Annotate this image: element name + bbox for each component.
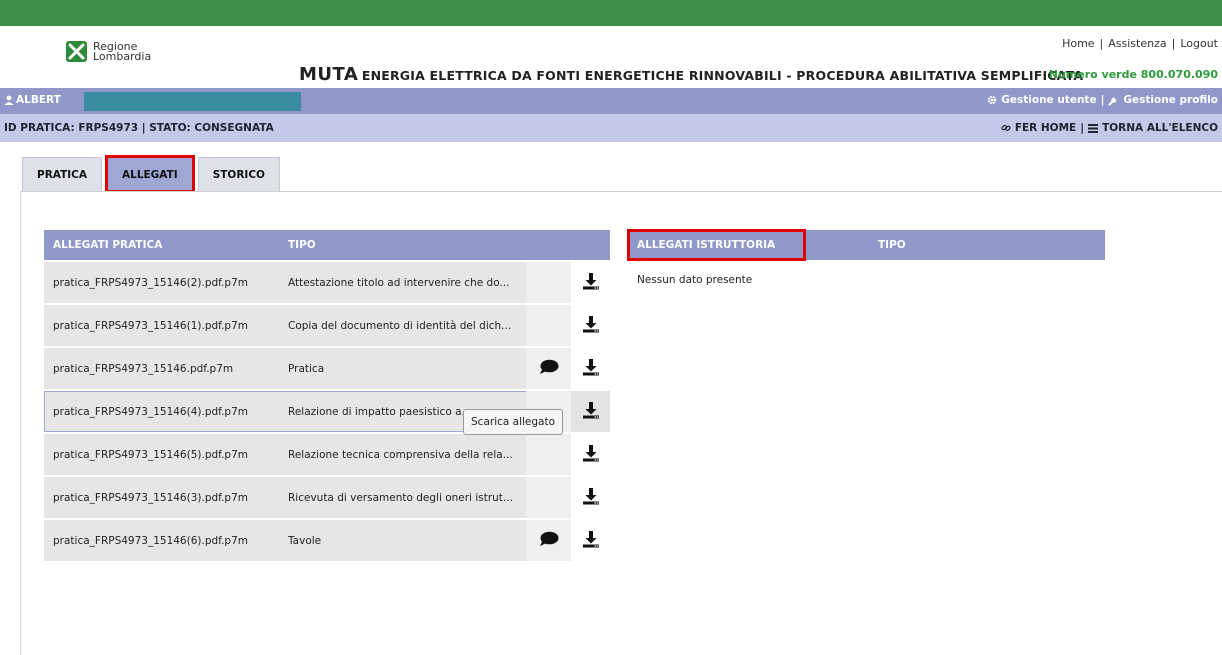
allegati-istruttoria-table: ALLEGATI ISTRUTTORIA TIPO: [627, 228, 1105, 262]
comment-icon[interactable]: [539, 359, 559, 378]
download-cell: [571, 477, 610, 518]
separator: |: [141, 122, 146, 134]
table-header-row: ALLEGATI PRATICA TIPO: [44, 230, 610, 260]
notes-cell: [526, 477, 571, 518]
top-links: Home | Assistenza | Logout: [1062, 37, 1218, 50]
tooltip: Scarica allegato: [463, 409, 564, 435]
torna-elenco-link[interactable]: TORNA ALL'ELENCO: [1102, 122, 1218, 134]
attachment-type: Pratica: [279, 348, 526, 389]
attachment-filename[interactable]: pratica_FRPS4973_15146(2).pdf.p7m: [44, 262, 279, 303]
download-icon[interactable]: [582, 401, 600, 422]
top-green-bar: [0, 0, 1222, 26]
allegati-pratica-table: ALLEGATI PRATICA TIPO pratica_FRPS4973_1…: [44, 228, 610, 563]
tab-pratica[interactable]: PRATICA: [22, 157, 102, 191]
download-cell: [571, 434, 610, 475]
wrench-icon: [1108, 96, 1117, 106]
attachment-filename[interactable]: pratica_FRPS4973_15146(3).pdf.p7m: [44, 477, 279, 518]
gestione-utente-link[interactable]: Gestione utente: [1001, 94, 1096, 106]
attachment-type: Attestazione titolo ad intervenire che d…: [279, 262, 526, 303]
home-link[interactable]: Home: [1062, 37, 1094, 50]
col-header-actions: [526, 230, 610, 260]
attachment-type: Tavole: [279, 520, 526, 561]
col-header-allegati-pratica: ALLEGATI PRATICA: [44, 230, 279, 260]
table-row: pratica_FRPS4973_15146(2).pdf.p7m Attesta…: [44, 262, 610, 303]
table-row: pratica_FRPS4973_15146(3).pdf.p7m Ricevut…: [44, 477, 610, 518]
download-cell: [571, 391, 610, 432]
user-icon: [4, 95, 14, 105]
gear-icon: [987, 95, 997, 105]
redacted-name-block: [84, 92, 301, 111]
empty-state-text: Nessun dato presente: [637, 274, 753, 286]
notes-cell: [526, 305, 571, 346]
app-title: MUTA ENERGIA ELETTRICA DA FONTI ENERGETI…: [299, 64, 1083, 85]
attachment-filename[interactable]: pratica_FRPS4973_15146(5).pdf.p7m: [44, 434, 279, 475]
notes-cell: [526, 434, 571, 475]
tab-storico[interactable]: STORICO: [197, 157, 280, 191]
list-icon: [1088, 123, 1099, 133]
assistenza-link[interactable]: Assistenza: [1108, 37, 1166, 50]
user-info: ALBERT: [4, 94, 61, 106]
app-title-big: MUTA: [299, 64, 359, 85]
regione-lombardia-logo: Regione Lombardia: [66, 41, 151, 62]
attachment-filename[interactable]: pratica_FRPS4973_15146.pdf.p7m: [44, 348, 279, 389]
download-cell: [571, 305, 610, 346]
logo-mark-icon: [66, 41, 87, 62]
table-row: pratica_FRPS4973_15146(5).pdf.p7m Relazio…: [44, 434, 610, 475]
user-name: ALBERT: [16, 94, 61, 106]
col-header-spacer: [805, 230, 869, 260]
download-icon[interactable]: [582, 530, 600, 551]
download-icon[interactable]: [582, 487, 600, 508]
download-icon[interactable]: [582, 358, 600, 379]
notes-cell: [526, 348, 571, 389]
download-icon[interactable]: [582, 444, 600, 465]
separator: |: [1080, 122, 1085, 134]
download-cell: [571, 520, 610, 561]
attachment-filename[interactable]: pratica_FRPS4973_15146(4).pdf.p7m: [44, 391, 279, 432]
id-pratica: ID PRATICA: FRPS4973: [4, 122, 139, 134]
table-row: pratica_FRPS4973_15146.pdf.p7m Pratica: [44, 348, 610, 389]
download-cell: [571, 262, 610, 303]
fer-home-link[interactable]: FER HOME: [1015, 122, 1076, 134]
green-number: Numero verde 800.070.090: [1048, 68, 1218, 81]
status-bar: ID PRATICA: FRPS4973 | STATO: CONSEGNATA…: [0, 114, 1222, 142]
col-header-allegati-istruttoria: ALLEGATI ISTRUTTORIA: [627, 229, 806, 261]
logo-line2: Lombardia: [93, 49, 152, 63]
comment-icon[interactable]: [539, 531, 559, 550]
download-cell: [571, 348, 610, 389]
link-icon: [1001, 124, 1011, 131]
notes-cell: [526, 520, 571, 561]
table-header-row: ALLEGATI ISTRUTTORIA TIPO: [627, 229, 1105, 261]
attachment-type: Relazione tecnica comprensiva della rela…: [279, 434, 526, 475]
separator: |: [1100, 94, 1105, 106]
tab-allegati[interactable]: ALLEGATI: [105, 155, 195, 193]
col-header-tipo: TIPO: [279, 230, 526, 260]
stato: STATO: CONSEGNATA: [149, 122, 274, 134]
download-icon[interactable]: [582, 315, 600, 336]
table-row: pratica_FRPS4973_15146(1).pdf.p7m Copia d…: [44, 305, 610, 346]
logout-link[interactable]: Logout: [1180, 37, 1218, 50]
app-title-sub: ENERGIA ELETTRICA DA FONTI ENERGETICHE R…: [361, 68, 1084, 83]
gestione-profilo-link[interactable]: Gestione profilo: [1123, 94, 1218, 106]
user-bar: ALBERT Gestione utente | Gestione profil…: [0, 88, 1222, 114]
tab-bar: PRATICA ALLEGATI STORICO: [22, 155, 285, 193]
table-row: pratica_FRPS4973_15146(6).pdf.p7m Tavole: [44, 520, 610, 561]
download-icon[interactable]: [582, 272, 600, 293]
attachment-type: Ricevuta di versamento degli oneri istru…: [279, 477, 526, 518]
attachment-filename[interactable]: pratica_FRPS4973_15146(1).pdf.p7m: [44, 305, 279, 346]
col-header-tipo-istruttoria: TIPO: [869, 230, 1105, 260]
attachment-type: Copia del documento di identità del dich…: [279, 305, 526, 346]
notes-cell: [526, 262, 571, 303]
attachment-filename[interactable]: pratica_FRPS4973_15146(6).pdf.p7m: [44, 520, 279, 561]
